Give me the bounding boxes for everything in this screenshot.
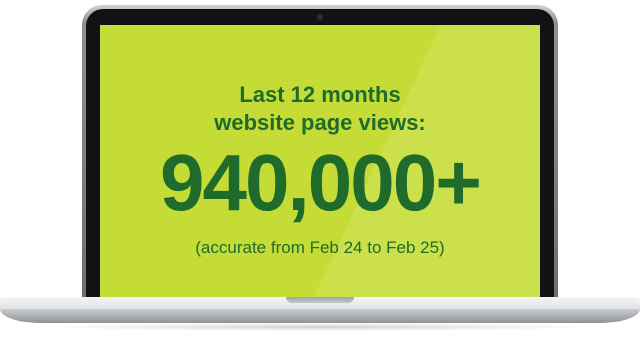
laptop-shadow [40, 323, 600, 331]
headline-line-2: website page views: [214, 110, 426, 135]
laptop-opening-notch [286, 297, 354, 303]
headline: Last 12 months website page views: [100, 81, 540, 137]
laptop-illustration: Last 12 months website page views: 940,0… [0, 0, 640, 337]
laptop-screen: Last 12 months website page views: 940,0… [100, 25, 540, 297]
laptop-base-bottom [0, 309, 640, 323]
camera-icon [317, 14, 323, 20]
date-range-note: (accurate from Feb 24 to Feb 25) [195, 238, 445, 257]
headline-line-1: Last 12 months [239, 82, 401, 107]
page-views-figure: 940,000+ [160, 138, 482, 227]
